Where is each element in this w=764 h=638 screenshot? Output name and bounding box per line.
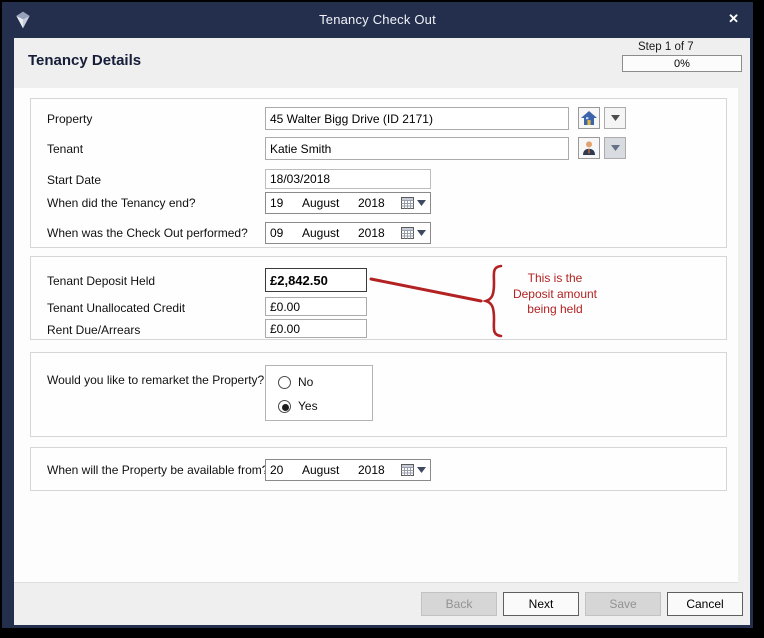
- progress-percent: 0%: [623, 58, 741, 70]
- day-value: 19: [270, 196, 283, 210]
- save-button: Save: [585, 592, 661, 616]
- group-remarket: Would you like to remarket the Property?…: [30, 352, 727, 437]
- month-value: August: [302, 463, 339, 477]
- start-date-value: 18/03/2018: [265, 169, 431, 189]
- radio-no-circle: [278, 376, 291, 389]
- cancel-button[interactable]: Cancel: [667, 592, 743, 616]
- calendar-icon: [401, 464, 414, 476]
- tenant-label: Tenant: [47, 142, 83, 156]
- credit-label: Tenant Unallocated Credit: [47, 301, 185, 315]
- tenant-input[interactable]: Katie Smith: [265, 137, 569, 160]
- window-title: Tenancy Check Out: [2, 12, 753, 27]
- radio-yes-circle: [278, 400, 291, 413]
- start-date-label: Start Date: [47, 173, 101, 187]
- step-indicator: Step 1 of 7 0%: [622, 41, 742, 72]
- chevron-down-icon: [417, 230, 426, 236]
- chevron-down-icon: [611, 145, 620, 151]
- tenant-picker-button[interactable]: [578, 137, 600, 159]
- tenant-dropdown-button[interactable]: [604, 137, 626, 159]
- footer-button-bar: Back Next Save Cancel: [421, 592, 743, 616]
- remarket-question-label: Would you like to remarket the Property?: [47, 373, 264, 387]
- tenancy-end-label: When did the Tenancy end?: [47, 196, 196, 210]
- property-label: Property: [47, 112, 92, 126]
- checkout-datepicker[interactable]: 09 August 2018: [265, 222, 431, 244]
- page-title: Tenancy Details: [28, 52, 141, 69]
- month-value: August: [302, 196, 339, 210]
- radio-option-no[interactable]: No: [278, 374, 313, 390]
- year-value: 2018: [358, 226, 385, 240]
- back-button: Back: [421, 592, 497, 616]
- content-panel: Property 45 Walter Bigg Drive (ID 2171) …: [14, 88, 738, 583]
- property-dropdown-button[interactable]: [604, 107, 626, 129]
- day-value: 20: [270, 463, 283, 477]
- group-tenancy-details: Property 45 Walter Bigg Drive (ID 2171) …: [30, 98, 727, 248]
- radio-yes-label: Yes: [298, 399, 318, 413]
- dialog-body: Tenancy Details Step 1 of 7 0% Property …: [14, 38, 750, 625]
- calendar-icon: [401, 227, 414, 239]
- group-financials: Tenant Deposit Held £2,842.50 Tenant Una…: [30, 256, 727, 340]
- tenancy-end-datepicker[interactable]: 19 August 2018: [265, 192, 431, 214]
- chevron-down-icon: [417, 467, 426, 473]
- rent-due-value-input[interactable]: £0.00: [265, 319, 367, 338]
- next-button[interactable]: Next: [503, 592, 579, 616]
- titlebar: Tenancy Check Out ✕: [2, 2, 753, 38]
- credit-value-input[interactable]: £0.00: [265, 297, 367, 316]
- checkout-performed-label: When was the Check Out performed?: [47, 226, 248, 240]
- property-picker-button[interactable]: [578, 107, 600, 129]
- deposit-annotation: This is the Deposit amount being held: [499, 271, 611, 318]
- step-label: Step 1 of 7: [638, 41, 742, 53]
- annotation-line: Deposit amount: [499, 287, 611, 303]
- month-value: August: [302, 226, 339, 240]
- deposit-value-input[interactable]: £2,842.50: [265, 268, 367, 292]
- group-availability: When will the Property be available from…: [30, 447, 727, 491]
- calendar-icon: [401, 197, 414, 209]
- rent-due-label: Rent Due/Arrears: [47, 323, 140, 337]
- screen: Tenancy Check Out ✕ Tenancy Details Step…: [0, 0, 764, 638]
- deposit-label: Tenant Deposit Held: [47, 274, 155, 288]
- remarket-options-panel: No Yes: [265, 365, 373, 421]
- day-value: 09: [270, 226, 283, 240]
- available-from-label: When will the Property be available from…: [47, 463, 268, 477]
- annotation-line: being held: [499, 302, 611, 318]
- chevron-down-icon: [611, 115, 620, 121]
- radio-option-yes[interactable]: Yes: [278, 398, 318, 414]
- annotation-line: This is the: [499, 271, 611, 287]
- chevron-down-icon: [417, 200, 426, 206]
- year-value: 2018: [358, 196, 385, 210]
- property-input[interactable]: 45 Walter Bigg Drive (ID 2171): [265, 107, 569, 130]
- available-from-datepicker[interactable]: 20 August 2018: [265, 459, 431, 481]
- year-value: 2018: [358, 463, 385, 477]
- radio-no-label: No: [298, 375, 313, 389]
- progress-bar: 0%: [622, 55, 742, 72]
- person-icon: [582, 141, 596, 155]
- house-icon: [581, 111, 597, 125]
- tenancy-checkout-dialog: Tenancy Check Out ✕ Tenancy Details Step…: [2, 2, 753, 628]
- close-icon[interactable]: ✕: [728, 11, 739, 27]
